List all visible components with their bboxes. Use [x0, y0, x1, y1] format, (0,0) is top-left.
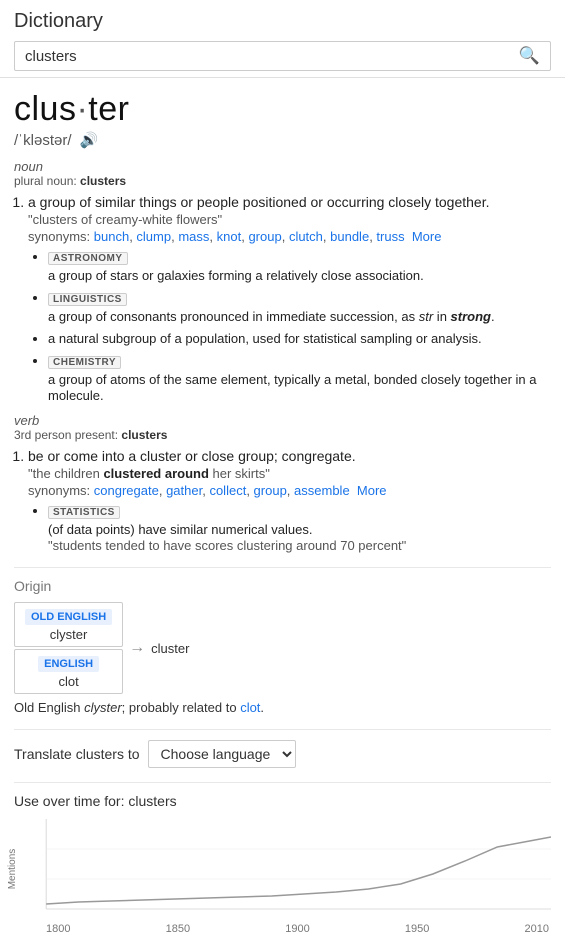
synonym-bunch[interactable]: bunch	[94, 229, 129, 244]
verb-def-1: be or come into a cluster or close group…	[28, 448, 551, 553]
synonym-bundle[interactable]: bundle	[330, 229, 369, 244]
verb-sub-statistics: STATISTICS (of data points) have similar…	[48, 502, 551, 553]
origin-italic-word: clyster	[84, 700, 122, 715]
domain-astronomy: ASTRONOMY	[48, 252, 128, 265]
english-word: clot	[25, 674, 112, 689]
chart-x-2010: 2010	[525, 923, 549, 935]
header: Dictionary 🔍	[0, 0, 565, 78]
synonym-group[interactable]: group	[248, 229, 281, 244]
noun-sub-sampling: a natural subgroup of a population, used…	[48, 330, 551, 346]
etymology-diagram: OLD ENGLISH clyster ENGLISH clot → clust…	[14, 602, 551, 694]
etym-stack: OLD ENGLISH clyster ENGLISH clot	[14, 602, 123, 694]
pos-verb-label: verb	[14, 413, 551, 428]
noun-definitions: a group of similar things or people posi…	[28, 194, 551, 403]
origin-title: Origin	[14, 578, 551, 594]
verb-more-link[interactable]: More	[357, 483, 387, 498]
language-select[interactable]: Choose language	[148, 740, 296, 768]
domain-linguistics: LINGUISTICS	[48, 293, 127, 306]
chart-wrapper: Mentions	[14, 819, 551, 919]
domain-statistics: STATISTICS	[48, 506, 120, 519]
old-english-word: clyster	[25, 627, 112, 642]
etym-result-word: cluster	[151, 641, 189, 656]
noun-sub-list: ASTRONOMY a group of stars or galaxies f…	[48, 248, 551, 403]
domain-chemistry: CHEMISTRY	[48, 356, 121, 369]
pronunciation: /ˈkləstər/ 🔊	[14, 131, 551, 149]
audio-icon[interactable]: 🔊	[80, 131, 99, 149]
verb-section: verb 3rd person present: clusters be or …	[14, 413, 551, 553]
noun-sub-chemistry: CHEMISTRY a group of atoms of the same e…	[48, 352, 551, 403]
third-person-word: clusters	[121, 428, 167, 442]
chart-x-1950: 1950	[405, 923, 429, 935]
chart-section: Use over time for: clusters Mentions 180…	[14, 782, 551, 935]
chart-title: Use over time for: clusters	[14, 793, 551, 809]
search-bar: 🔍	[14, 41, 551, 71]
synonym-knot[interactable]: knot	[217, 229, 242, 244]
chart-x-1800: 1800	[46, 923, 70, 935]
verb-definitions: be or come into a cluster or close group…	[28, 448, 551, 553]
synonym-assemble[interactable]: assemble	[294, 483, 350, 498]
verb-def-example: "the children clustered around her skirt…	[28, 466, 551, 481]
word-title: clus·ter	[14, 90, 551, 129]
chart-x-1850: 1850	[166, 923, 190, 935]
synonym-clutch[interactable]: clutch	[289, 229, 323, 244]
pronunciation-text: /ˈkləstər/	[14, 132, 72, 149]
statistics-example: "students tended to have scores clusteri…	[48, 538, 406, 553]
chart-y-label: Mentions	[7, 849, 18, 890]
origin-clot-link[interactable]: clot	[240, 700, 260, 715]
english-tag: ENGLISH	[38, 656, 99, 672]
noun-sub-astronomy: ASTRONOMY a group of stars or galaxies f…	[48, 248, 551, 283]
etym-english-box: ENGLISH clot	[14, 649, 123, 694]
synonym-clump[interactable]: clump	[136, 229, 171, 244]
synonym-congregate[interactable]: congregate	[94, 483, 159, 498]
synonym-collect[interactable]: collect	[209, 483, 246, 498]
etym-old-english-box: OLD ENGLISH clyster	[14, 602, 123, 647]
plural-word: clusters	[80, 174, 126, 188]
third-person-label: 3rd person present: clusters	[14, 428, 551, 442]
search-input[interactable]	[25, 48, 519, 65]
noun-more-link[interactable]: More	[412, 229, 442, 244]
translate-section: Translate clusters to Choose language	[14, 729, 551, 768]
statistics-def: (of data points) have similar numerical …	[48, 522, 312, 537]
search-icon[interactable]: 🔍	[519, 46, 540, 66]
translate-label: Translate clusters to	[14, 746, 140, 762]
noun-def-text: a group of similar things or people posi…	[28, 194, 551, 210]
chemistry-def: a group of atoms of the same element, ty…	[48, 372, 537, 403]
sampling-def: a natural subgroup of a population, used…	[48, 331, 482, 346]
noun-def-example: "clusters of creamy-white flowers"	[28, 212, 551, 227]
linguistics-def: a group of consonants pronounced in imme…	[48, 309, 495, 324]
noun-sub-linguistics: LINGUISTICS a group of consonants pronou…	[48, 289, 551, 324]
chart-x-labels: 1800 1850 1900 1950 2010	[44, 923, 551, 935]
etym-arrow: →	[129, 639, 145, 657]
verb-sub-list: STATISTICS (of data points) have similar…	[48, 502, 551, 553]
verb-def-text: be or come into a cluster or close group…	[28, 448, 551, 464]
synonym-truss[interactable]: truss	[376, 229, 404, 244]
noun-section: noun plural noun: clusters a group of si…	[14, 159, 551, 403]
noun-synonyms: synonyms: bunch, clump, mass, knot, grou…	[28, 229, 551, 244]
synonym-gather[interactable]: gather	[166, 483, 202, 498]
verb-synonyms: synonyms: congregate, gather, collect, g…	[28, 483, 551, 498]
app-title: Dictionary	[14, 10, 551, 33]
synonym-group2[interactable]: group	[254, 483, 287, 498]
pos-noun-label: noun	[14, 159, 551, 174]
old-english-tag: OLD ENGLISH	[25, 609, 112, 625]
main-content: clus·ter /ˈkləstər/ 🔊 noun plural noun: …	[0, 78, 565, 935]
synonym-mass[interactable]: mass	[178, 229, 209, 244]
origin-section: Origin OLD ENGLISH clyster ENGLISH clot …	[14, 567, 551, 715]
chart-svg	[14, 819, 551, 919]
noun-def-1: a group of similar things or people posi…	[28, 194, 551, 403]
plural-label: plural noun: clusters	[14, 174, 551, 188]
astronomy-def: a group of stars or galaxies forming a r…	[48, 268, 424, 283]
chart-x-1900: 1900	[285, 923, 309, 935]
origin-text: Old English clyster; probably related to…	[14, 700, 551, 715]
